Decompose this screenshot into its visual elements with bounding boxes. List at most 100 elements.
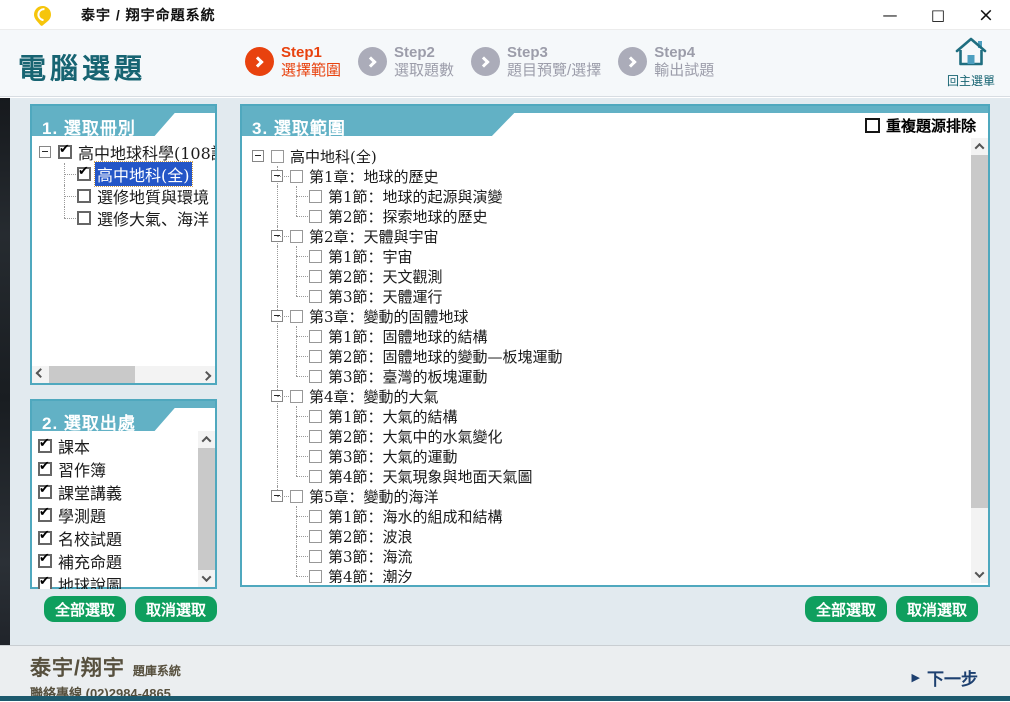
step-indicator-3[interactable]: Step3題目預覽/選擇 [471,44,601,80]
tree-checkbox[interactable] [271,150,284,163]
tree-checkbox[interactable] [309,450,322,463]
source-label[interactable]: 習作簿 [56,457,108,481]
tree-row[interactable]: 第1節：固體地球的結構 [252,326,988,346]
tree-checkbox[interactable] [309,470,322,483]
scrollbar-track[interactable] [971,155,988,566]
tree-row[interactable]: 第1節：地球的起源與演變 [252,186,988,206]
source-item[interactable]: 名校試題 [38,526,215,549]
tree-row[interactable]: 第3節：天體運行 [252,286,988,306]
source-checkbox[interactable] [38,531,52,545]
tree-label[interactable]: 第2節：固體地球的變動—板塊運動 [326,346,565,367]
tree-row[interactable]: 第3節：臺灣的板塊運動 [252,366,988,386]
maximize-button[interactable]: □ [914,0,962,29]
source-label[interactable]: 課本 [56,434,92,458]
tree-checkbox[interactable] [309,290,322,303]
tree-checkbox[interactable] [290,390,303,403]
tree-label[interactable]: 高中地科(全) [288,146,379,167]
tree-checkbox[interactable] [309,350,322,363]
tree-label[interactable]: 第2節：天文觀測 [326,266,445,287]
source-checkbox[interactable] [38,554,52,568]
tree-label[interactable]: 第2節：探索地球的歷史 [326,206,490,227]
tree-row[interactable]: 第1節：海水的組成和結構 [252,506,988,526]
scroll-up-button[interactable] [971,138,988,155]
source-label[interactable]: 課堂講義 [56,480,124,504]
scroll-down-button[interactable] [971,566,988,583]
select-all-button[interactable]: 全部選取 [44,596,126,622]
source-item[interactable]: 習作簿 [38,457,215,480]
source-label[interactable]: 補充命題 [56,549,124,573]
tree-checkbox[interactable] [309,370,322,383]
tree-row[interactable]: 第3章：變動的固體地球 [252,306,988,326]
scroll-up-button[interactable] [198,431,215,448]
source-label[interactable]: 地球說圖 [56,572,124,590]
tree-row[interactable]: 第2節：波浪 [252,526,988,546]
source-checkbox[interactable] [38,577,52,590]
tree-label[interactable]: 第4章：變動的大氣 [307,386,441,407]
tree-checkbox[interactable] [309,210,322,223]
source-item[interactable]: 課堂講義 [38,480,215,503]
tree-label[interactable]: 第1節：固體地球的結構 [326,326,490,347]
tree-checkbox[interactable] [77,189,91,203]
scroll-left-button[interactable] [32,366,49,383]
tree-expander-icon[interactable] [271,230,283,242]
tree-checkbox[interactable] [77,167,91,181]
tree-row[interactable]: 第2節：大氣中的水氣變化 [252,426,988,446]
horizontal-scrollbar[interactable] [32,366,215,383]
tree-checkbox[interactable] [290,230,303,243]
dedupe-option[interactable]: 重複題源排除 [865,115,976,136]
tree-row[interactable]: 第3節：大氣的運動 [252,446,988,466]
tree-label[interactable]: 高中地球科學(108課綱) [76,140,215,164]
tree-row[interactable]: 第2節：固體地球的變動—板塊運動 [252,346,988,366]
tree-expander-icon[interactable] [271,310,283,322]
tree-checkbox[interactable] [309,570,322,583]
tree-checkbox[interactable] [309,510,322,523]
tree-row[interactable]: 第4節：天氣現象與地面天氣圖 [252,466,988,486]
scrollbar-track[interactable] [49,366,198,383]
vertical-scrollbar[interactable] [198,431,215,587]
tree-label[interactable]: 第2節：大氣中的水氣變化 [326,426,505,447]
tree-checkbox[interactable] [309,250,322,263]
tree-label[interactable]: 選修大氣、海洋 [95,206,211,230]
tree-label[interactable]: 第1節：宇宙 [326,246,415,267]
scroll-right-button[interactable] [198,366,215,383]
tree-label[interactable]: 第4節：潮汐 [326,566,415,584]
dedupe-checkbox[interactable] [865,118,880,133]
tree-row[interactable]: 高中地科(全) [39,163,215,185]
home-button[interactable]: 回主選單 [942,37,1000,89]
tree-checkbox[interactable] [309,190,322,203]
tree-checkbox[interactable] [77,211,91,225]
tree-row[interactable]: 第1節：大氣的結構 [252,406,988,426]
scrollbar-thumb[interactable] [971,155,988,508]
scroll-down-button[interactable] [198,570,215,587]
source-label[interactable]: 學測題 [56,503,108,527]
tree-row[interactable]: 高中地科(全) [252,146,988,166]
source-item[interactable]: 補充命題 [38,549,215,572]
tree-row[interactable]: 第2章：天體與宇宙 [252,226,988,246]
tree-checkbox[interactable] [309,550,322,563]
tree-label[interactable]: 第5章：變動的海洋 [307,486,441,507]
tree-label[interactable]: 第1節：地球的起源與演變 [326,186,505,207]
tree-checkbox[interactable] [309,330,322,343]
tree-label[interactable]: 第1節：大氣的結構 [326,406,460,427]
tree-label[interactable]: 第3節：大氣的運動 [326,446,460,467]
scrollbar-track[interactable] [198,448,215,570]
tree-checkbox[interactable] [309,410,322,423]
tree-row[interactable]: 第2節：探索地球的歷史 [252,206,988,226]
tree-row[interactable]: 第3節：海流 [252,546,988,566]
tree-expander-icon[interactable] [39,146,51,158]
tree-label[interactable]: 選修地質與環境 [95,184,211,208]
tree-label[interactable]: 高中地科(全) [95,162,192,186]
tree-expander-icon[interactable] [271,390,283,402]
source-checkbox[interactable] [38,508,52,522]
select-all-button[interactable]: 全部選取 [805,596,887,622]
deselect-button[interactable]: 取消選取 [135,596,217,622]
tree-row[interactable]: 第1章：地球的歷史 [252,166,988,186]
tree-checkbox[interactable] [290,170,303,183]
tree-checkbox[interactable] [58,145,72,159]
scrollbar-thumb[interactable] [198,448,215,570]
step-indicator-1[interactable]: Step1選擇範圍 [245,44,341,80]
minimize-button[interactable]: — [866,0,914,29]
tree-checkbox[interactable] [309,530,322,543]
scrollbar-thumb[interactable] [49,366,135,383]
tree-expander-icon[interactable] [271,170,283,182]
